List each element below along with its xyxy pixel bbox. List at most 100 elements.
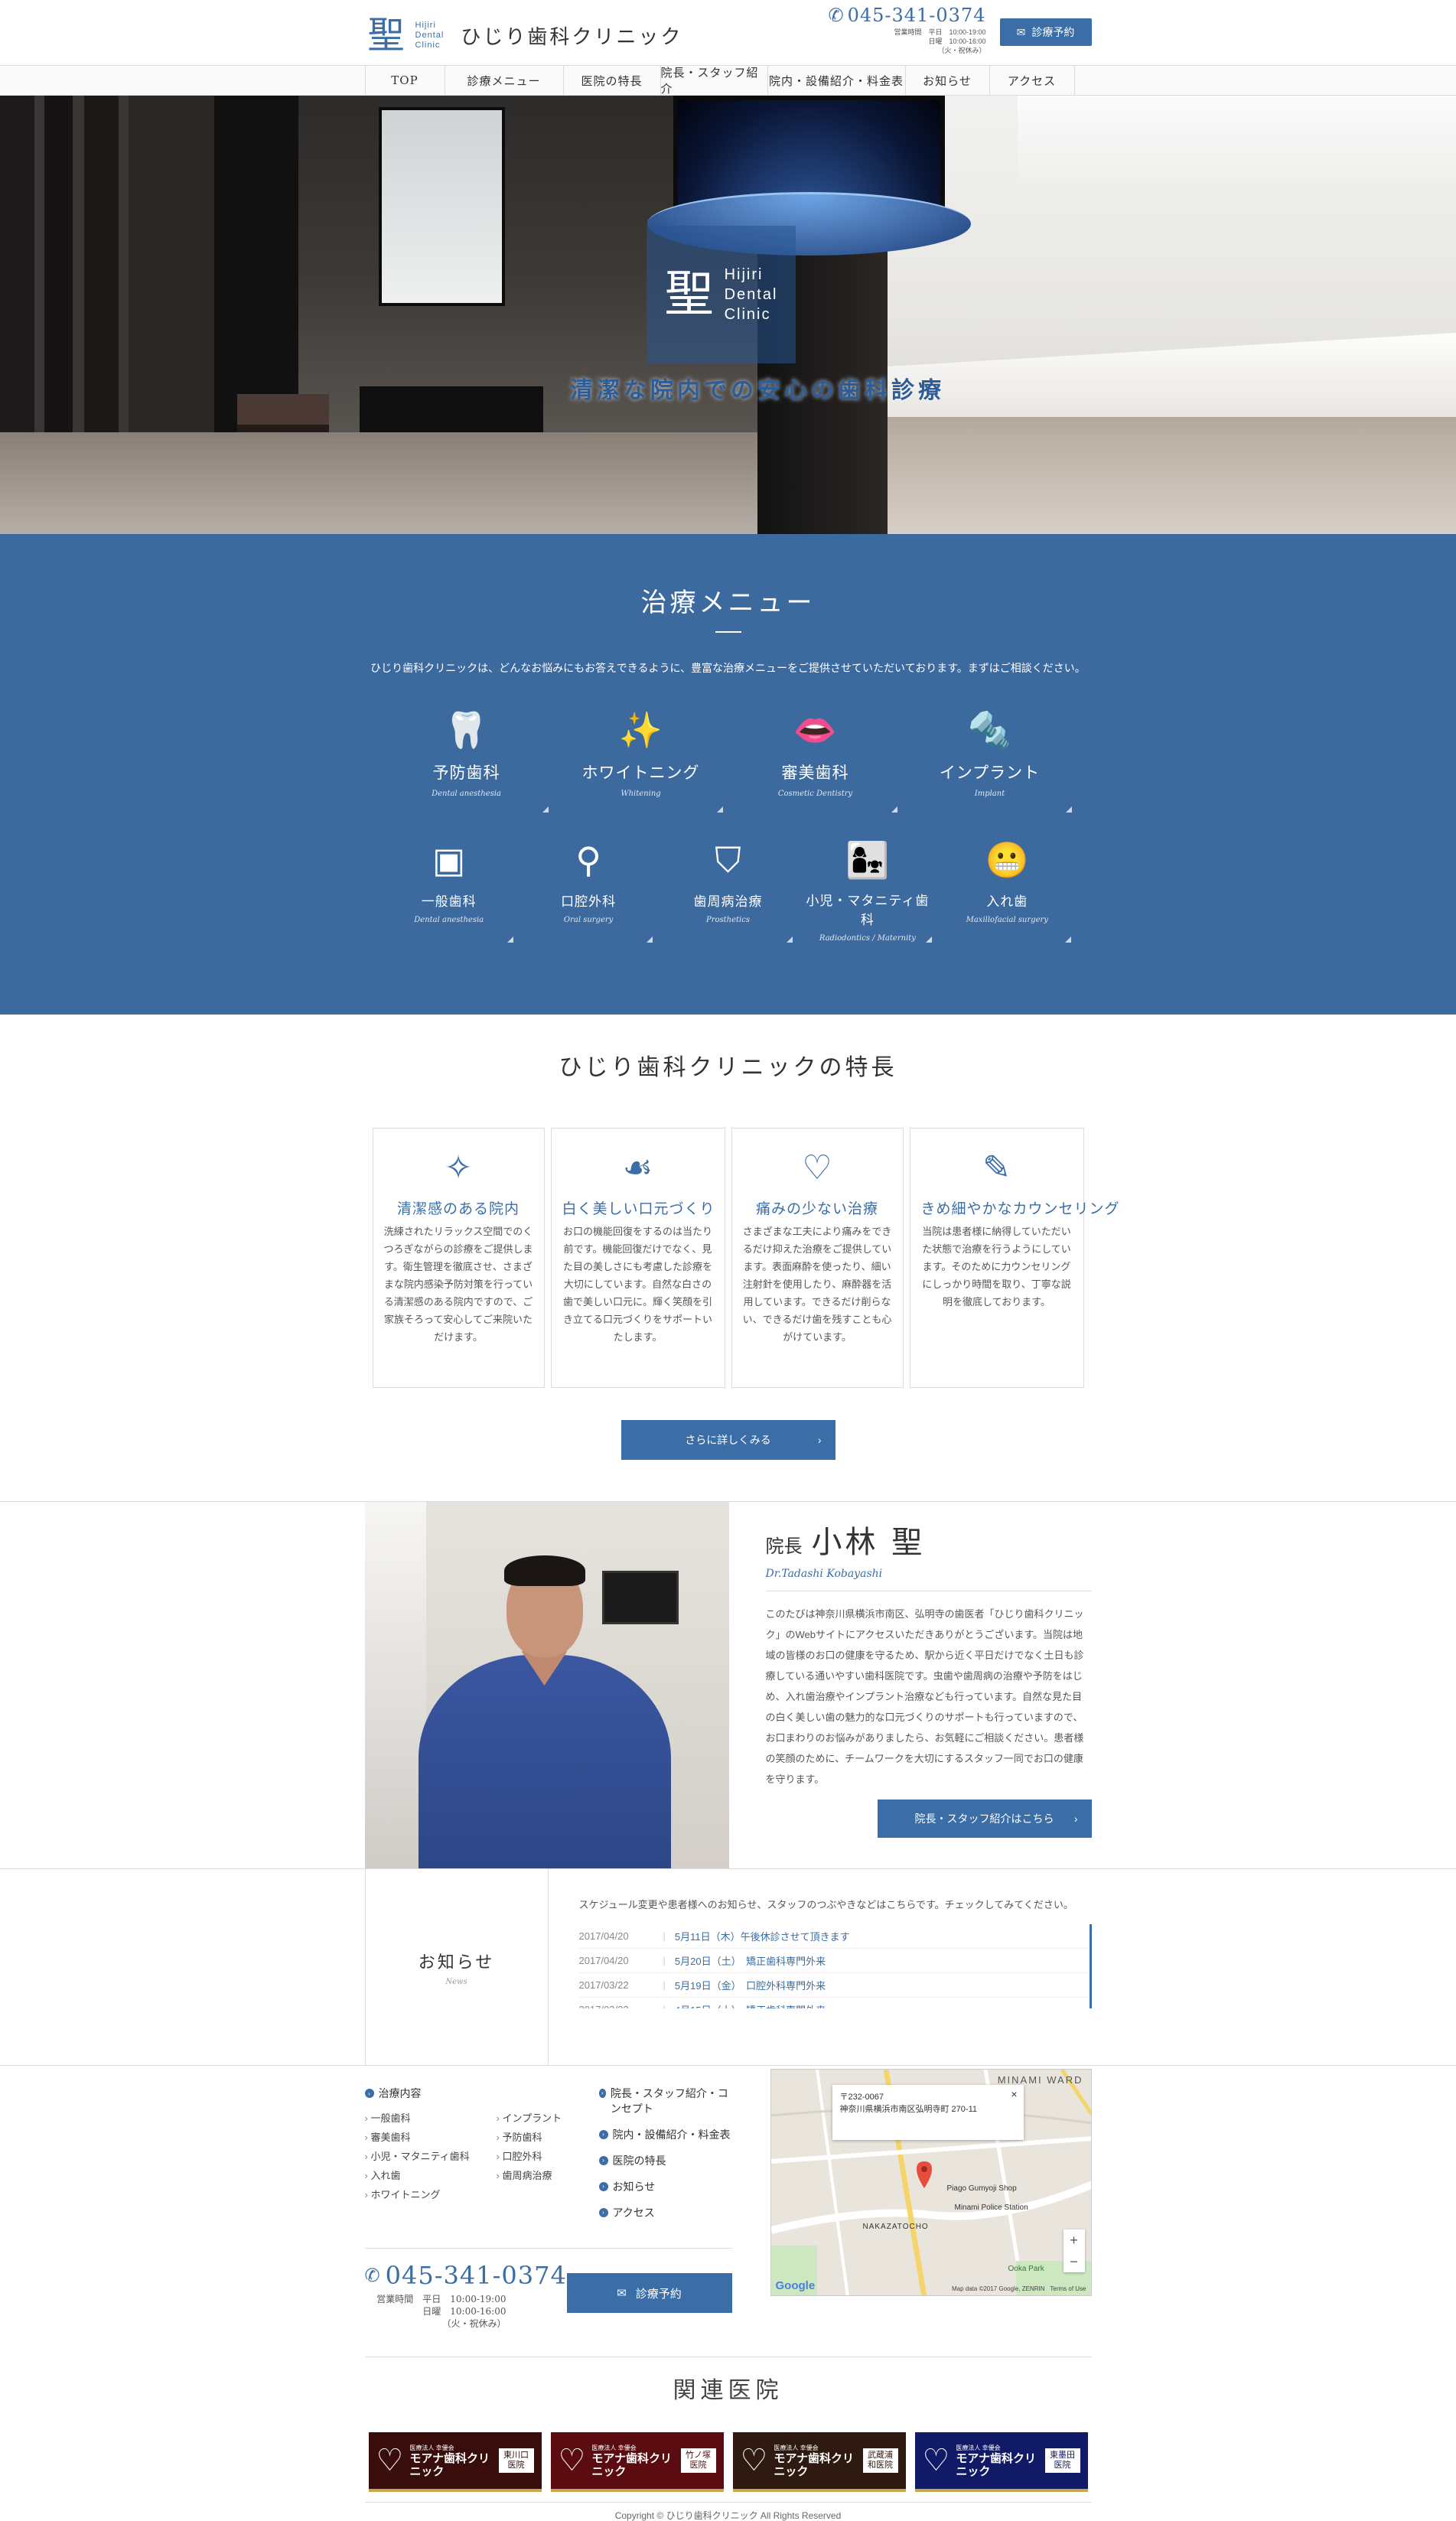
treatment-item-5[interactable]: ⚲ 口腔外科 Oral surgery: [523, 829, 653, 943]
zoom-out-button[interactable]: −: [1063, 2251, 1085, 2272]
footer-menu-link[interactable]: 小児・マタニティ歯科: [365, 2148, 497, 2163]
related-clinic-banner[interactable]: ♡ 医療法人 幸優会 モアナ歯科クリニック 東墨田医院: [914, 2432, 1088, 2492]
treatment-item-0[interactable]: 🦷 予防歯科 Dental anesthesia: [384, 699, 549, 813]
news-item[interactable]: 2017/04/20 | 5月11日（木）午後休診させて頂きます: [578, 1924, 1090, 1949]
nav-item-top[interactable]: TOP: [364, 66, 445, 95]
feature-title: 清潔感のある院内: [396, 1200, 520, 1217]
news-lead: スケジュール変更や患者様へのお知らせ、スタッフのつぶやきなどはこちらです。チェッ…: [578, 1899, 1073, 1910]
implant-icon: 🔩: [967, 709, 1012, 751]
clinic-branch: 東川口医院: [498, 2448, 534, 2473]
news-title-link[interactable]: 5月19日（金） 口腔外科専門外来: [675, 1978, 826, 1992]
feature-text: さまざまな工夫により痛みをできるだけ抑えた治療をご提供しています。表面麻酔を使っ…: [742, 1226, 892, 1343]
nav-item-staff[interactable]: 院長・スタッフ紹介: [660, 66, 767, 96]
related-clinic-banner[interactable]: ♡ 医療法人 幸優会 モアナ歯科クリニック 東川口医院: [368, 2432, 542, 2492]
treatment-name: ホワイトニング: [581, 764, 700, 782]
nav-item-news[interactable]: お知らせ: [904, 66, 989, 95]
heart-logo-icon: ♡: [558, 2443, 586, 2478]
map-terms-link[interactable]: Terms of Use: [1050, 2285, 1086, 2292]
clinic-branch: 東墨田医院: [1044, 2448, 1080, 2473]
header-phone[interactable]: ✆ 045-341-0374 営業時間 平日 10:00-19:00 日曜 10:0…: [828, 5, 985, 55]
nav-item-facility[interactable]: 院内・設備紹介・料金表: [767, 66, 905, 95]
treatment-item-2[interactable]: 👄 審美歯科 Cosmetic Dentistry: [733, 699, 898, 813]
nav-item-menu[interactable]: 診療メニュー: [444, 66, 563, 95]
google-logo: Google: [775, 2279, 816, 2292]
news-list[interactable]: 2017/04/20 | 5月11日（木）午後休診させて頂きます 2017/04/20…: [578, 1924, 1092, 2008]
footer-link[interactable]: › 院長・スタッフ紹介・コンセプト: [598, 2086, 737, 2116]
nav-item-access[interactable]: アクセス: [989, 66, 1075, 95]
treatment-item-8[interactable]: 😬 入れ歯 Maxillofacial surgery: [942, 829, 1072, 943]
footer-menu-link[interactable]: ホワイトニング: [365, 2187, 497, 2201]
footer-reserve-button[interactable]: ✉ 診療予約: [566, 2273, 732, 2313]
site-logo[interactable]: 聖 Hijiri Dental Clinic ひじり歯科クリニック: [368, 17, 683, 54]
feature-card: ✎ きめ細やかなカウンセリング 当院は患者様に納得していただいた状態で治療を行うよう…: [909, 1128, 1120, 1388]
zoom-in-button[interactable]: +: [1063, 2229, 1085, 2251]
treatment-item-7[interactable]: 👩‍👧 小児・マタニティ歯科 Radiodontics / Maternity: [803, 829, 933, 943]
related-clinics-section: 関連医院 ♡ 医療法人 幸優会 モアナ歯科クリニック 東川口医院 ♡ 医療法人 幸優会 モア…: [364, 2357, 1092, 2494]
staff-intro-button[interactable]: 院長・スタッフ紹介はこちら ›: [877, 1800, 1092, 1838]
chevron-right-icon: ›: [598, 2130, 608, 2139]
feature-text: 当院は患者様に納得していただいた状態で治療を行うようにしています。そのために力ウ…: [922, 1226, 1071, 1308]
nav-item-features[interactable]: 医院の特長: [562, 66, 660, 95]
dental-tools-icon: ⚲: [575, 839, 601, 881]
news-title-link[interactable]: 4月15日（土） 矯正歯科専門外来: [675, 2002, 826, 2008]
footer-link[interactable]: › アクセス: [598, 2205, 737, 2220]
treatment-item-6[interactable]: ⛉ 歯周病治療 Prosthetics: [663, 829, 793, 943]
news-item[interactable]: 2017/04/20 | 5月20日（土） 矯正歯科専門外来: [578, 1949, 1090, 1973]
more-details-button[interactable]: さらに詳しくみる ›: [621, 1420, 835, 1460]
news-item[interactable]: 2017/03/22|4月15日（土） 矯正歯科専門外来: [579, 1998, 1090, 2008]
footer-menu-link[interactable]: 一般歯科: [365, 2110, 497, 2125]
feature-card: ♡ 痛みの少ない治療 さまざまな工夫により痛みをできるだけ抑えた治療をご提供していま…: [731, 1128, 904, 1388]
footer-link[interactable]: › 院内・設備紹介・料金表: [598, 2127, 737, 2142]
news-item[interactable]: 2017/03/22 | 5月19日（金） 口腔外科専門外来: [578, 1973, 1090, 1998]
footer-menu-link[interactable]: 入れ歯: [365, 2168, 497, 2182]
map-info-window: 〒232-0067 神奈川県横浜市南区弘明寺町 270-11 ×: [832, 2085, 1024, 2140]
treatment-name-en: Dental anesthesia: [414, 916, 484, 924]
news-title-en: News: [445, 1977, 467, 1986]
hero-image: 聖 Hijiri Dental Clinic 清潔な院内での安心の歯科診療: [0, 96, 1456, 534]
clinic-name: モアナ歯科クリニック: [591, 2451, 673, 2478]
treatment-item-4[interactable]: ▣ 一般歯科 Dental anesthesia: [384, 829, 514, 943]
close-icon[interactable]: ×: [1011, 2088, 1017, 2100]
corner-arrow-icon: [716, 806, 723, 813]
related-clinic-banner[interactable]: ♡ 医療法人 幸優会 モアナ歯科クリニック 竹ノ塚医院: [550, 2432, 724, 2492]
header-reserve-button[interactable]: ✉ 診療予約: [999, 18, 1092, 46]
treatment-name-en: Radiodontics / Maternity: [819, 934, 916, 943]
footer-menu-link[interactable]: 歯周病治療: [497, 2168, 588, 2182]
hand-tooth-icon: ☙: [622, 1148, 653, 1187]
business-hours: 営業時間 平日 10:00-19:00 日曜 10:00-16:00 （火・祝休み）: [894, 28, 986, 54]
treatment-name-en: Prosthetics: [705, 916, 750, 924]
footer-menu-list: 一般歯科インプラント審美歯科予防歯科小児・マタニティ歯科口腔外科入れ歯歯周病治療…: [365, 2110, 599, 2201]
clinic-branch: 竹ノ塚医院: [680, 2448, 716, 2473]
feature-title: 白く美しい口元づくり: [562, 1200, 715, 1217]
treatment-name-en: Whitening: [621, 790, 661, 798]
news-title-link[interactable]: 5月11日（木）午後休診させて頂きます: [675, 1929, 850, 1943]
treatment-name-en: Maxillofacial surgery: [966, 916, 1048, 924]
news-title-link[interactable]: 5月20日（土） 矯正歯科専門外来: [675, 1953, 826, 1968]
corner-arrow-icon: [507, 936, 513, 943]
corner-arrow-icon: [891, 806, 897, 813]
treatment-item-3[interactable]: 🔩 インプラント Implant: [907, 699, 1073, 813]
treatment-name: 口腔外科: [561, 894, 617, 910]
director-role: 院長: [765, 1536, 803, 1557]
tooth-shield-icon: 🦷: [444, 709, 489, 751]
footer-link[interactable]: › 医院の特長: [598, 2153, 737, 2168]
footer-link[interactable]: › お知らせ: [598, 2179, 737, 2194]
feature-title: きめ細やかなカウンセリング: [920, 1200, 1120, 1217]
phone-number: 045-341-0374: [847, 5, 986, 26]
footer-phone[interactable]: ✆ 045-341-0374 営業時間 平日 10:00-19:00 日曜 10:0…: [365, 2261, 567, 2337]
footer-menu-link[interactable]: インプラント: [497, 2110, 588, 2125]
copyright: Copyright © ひじり歯科クリニック All Rights Reserv…: [364, 2502, 1092, 2521]
footer-menu-link[interactable]: 審美歯科: [365, 2129, 497, 2144]
footer-menu-link[interactable]: 予防歯科: [497, 2129, 588, 2144]
footer-menu-heading[interactable]: › 治療内容: [364, 2086, 599, 2101]
treatment-item-1[interactable]: ✨ ホワイトニング Whitening: [559, 699, 724, 813]
google-map[interactable]: 〒232-0067 神奈川県横浜市南区弘明寺町 270-11 × MINAMI …: [770, 2069, 1092, 2296]
news-date: 2017/03/22: [579, 2004, 663, 2008]
treatment-name: 入れ歯: [986, 894, 1028, 910]
mail-icon: ✉: [617, 2287, 627, 2300]
site-header: 聖 Hijiri Dental Clinic ひじり歯科クリニック ✆ 045-341…: [0, 0, 1456, 65]
footer-menu-link[interactable]: 口腔外科: [497, 2148, 588, 2163]
news-date: 2017/04/20: [578, 1955, 629, 1966]
treatment-grid-row2: ▣ 一般歯科 Dental anesthesia ⚲ 口腔外科 Oral surgery ⛉…: [384, 829, 1073, 943]
related-clinic-banner[interactable]: ♡ 医療法人 幸優会 モアナ歯科クリニック 武蔵浦和医院: [732, 2432, 906, 2492]
